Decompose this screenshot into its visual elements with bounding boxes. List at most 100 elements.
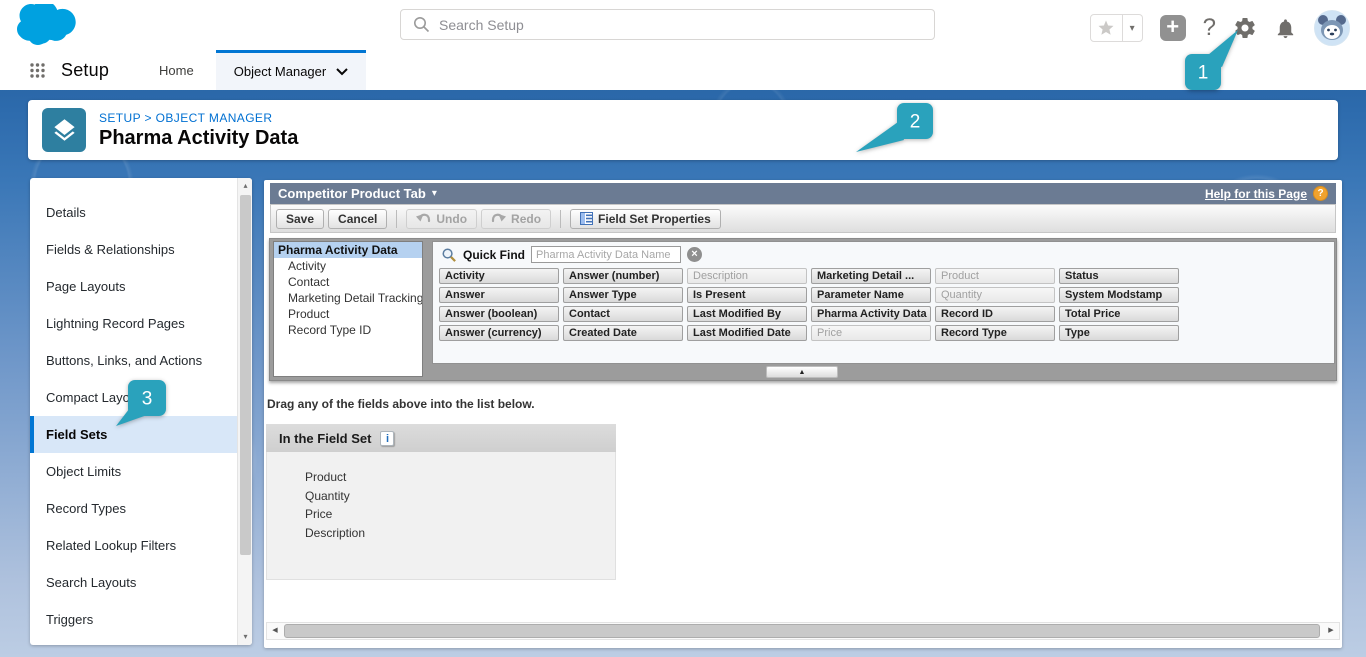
properties-icon: [580, 212, 593, 225]
palette-field[interactable]: Last Modified By: [687, 306, 807, 322]
sidebar-item-related-lookup-filters[interactable]: Related Lookup Filters: [30, 527, 252, 564]
global-search: [400, 9, 935, 40]
scrollbar-thumb[interactable]: [240, 195, 251, 555]
notifications-bell-icon[interactable]: [1274, 17, 1297, 40]
palette-field[interactable]: Answer (currency): [439, 325, 559, 341]
scroll-right-icon[interactable]: ▶: [1323, 623, 1339, 639]
sidebar-item-lightning-record-pages[interactable]: Lightning Record Pages: [30, 305, 252, 342]
palette-field[interactable]: Status: [1059, 268, 1179, 284]
palette-field[interactable]: Type: [1059, 325, 1179, 341]
svg-text:1: 1: [1198, 63, 1209, 84]
scroll-up-icon[interactable]: ▴: [238, 178, 252, 194]
object-tree-panel: Pharma Activity Data Activity Contact Ma…: [273, 241, 423, 377]
palette-field[interactable]: Answer: [439, 287, 559, 303]
field-set-item[interactable]: Description: [267, 524, 615, 543]
sidebar-item-details[interactable]: Details: [30, 194, 252, 231]
favorites-dropdown-button[interactable]: ▾: [1123, 14, 1143, 42]
palette-field[interactable]: Answer (boolean): [439, 306, 559, 322]
cancel-button[interactable]: Cancel: [328, 209, 387, 229]
scrollbar-thumb[interactable]: [284, 624, 1320, 638]
sidebar-item-triggers[interactable]: Triggers: [30, 601, 252, 638]
horizontal-scrollbar[interactable]: ◀ ▶: [266, 622, 1340, 640]
tree-item-contact[interactable]: Contact: [274, 274, 422, 290]
tree-item-marketing-detail-tracking[interactable]: Marketing Detail Tracking: [274, 290, 422, 306]
svg-text:2: 2: [910, 112, 921, 133]
palette-field[interactable]: Is Present: [687, 287, 807, 303]
palette-field[interactable]: Record Type: [935, 325, 1055, 341]
field-set-item[interactable]: Price: [267, 505, 615, 524]
favorites-star-button[interactable]: [1090, 14, 1123, 42]
app-title: Setup: [61, 60, 109, 81]
redo-button[interactable]: Redo: [481, 209, 551, 229]
tree-item-activity[interactable]: Activity: [274, 258, 422, 274]
field-set-item[interactable]: Product: [267, 452, 615, 487]
field-palette-region: Pharma Activity Data Activity Contact Ma…: [269, 238, 1337, 381]
sidebar-scrollbar[interactable]: ▴ ▾: [237, 178, 252, 645]
scroll-left-icon[interactable]: ◀: [267, 623, 283, 639]
palette-field[interactable]: Created Date: [563, 325, 683, 341]
info-icon[interactable]: i: [380, 431, 394, 446]
page: ▾ + ?: [0, 0, 1366, 657]
palette-field: Price: [811, 325, 931, 341]
annotation-3-callout: 3: [108, 376, 180, 430]
help-badge-icon[interactable]: ?: [1313, 186, 1328, 201]
undo-button[interactable]: Undo: [406, 209, 477, 229]
editor-toolbar: Save Cancel Undo Redo: [270, 204, 1336, 233]
chevron-down-icon: [336, 68, 348, 76]
field-set-properties-button[interactable]: Field Set Properties: [570, 209, 721, 229]
quick-find-label: Quick Find: [463, 248, 525, 262]
field-set-dropdown-icon[interactable]: ▾: [432, 188, 437, 199]
palette-field: Quantity: [935, 287, 1055, 303]
tab-home[interactable]: Home: [137, 50, 216, 90]
tree-root-pharma-activity-data[interactable]: Pharma Activity Data: [274, 242, 422, 258]
search-setup-input[interactable]: [439, 17, 934, 33]
palette-field[interactable]: Total Price: [1059, 306, 1179, 322]
palette-field[interactable]: Contact: [563, 306, 683, 322]
palette-field[interactable]: Answer Type: [563, 287, 683, 303]
palette-field[interactable]: Activity: [439, 268, 559, 284]
breadcrumb-card: SETUP > OBJECT MANAGER Pharma Activity D…: [28, 100, 1338, 160]
sidebar-item-fields-relationships[interactable]: Fields & Relationships: [30, 231, 252, 268]
quick-find-icon: [441, 247, 457, 263]
svg-text:3: 3: [142, 389, 153, 410]
palette-field[interactable]: Last Modified Date: [687, 325, 807, 341]
search-icon: [413, 16, 430, 33]
palette-field[interactable]: System Modstamp: [1059, 287, 1179, 303]
user-avatar[interactable]: [1314, 10, 1350, 46]
scroll-down-icon[interactable]: ▾: [238, 629, 252, 645]
tree-item-record-type-id[interactable]: Record Type ID: [274, 322, 422, 338]
field-set-editor: Competitor Product Tab ▾ Help for this P…: [264, 180, 1342, 648]
palette-field[interactable]: Parameter Name: [811, 287, 931, 303]
palette-field[interactable]: Pharma Activity Data: [811, 306, 931, 322]
sidebar-item-search-layouts[interactable]: Search Layouts: [30, 564, 252, 601]
undo-icon: [416, 213, 431, 225]
toolbar-divider: [396, 210, 397, 228]
app-launcher-icon[interactable]: [30, 63, 45, 78]
field-palette: Quick Find × Activity Answer (number) De…: [432, 241, 1335, 364]
palette-collapse-handle[interactable]: ▲: [766, 366, 838, 378]
palette-field[interactable]: Record ID: [935, 306, 1055, 322]
field-set-item[interactable]: Quantity: [267, 487, 615, 506]
sidebar-item-object-limits[interactable]: Object Limits: [30, 453, 252, 490]
field-set-name: Competitor Product Tab: [278, 186, 426, 201]
page-title: Pharma Activity Data: [99, 127, 298, 150]
annotation-1-callout: 1: [1180, 26, 1250, 92]
tab-object-manager[interactable]: Object Manager: [216, 50, 367, 90]
salesforce-logo: [16, 4, 78, 47]
palette-field[interactable]: Marketing Detail ...: [811, 268, 931, 284]
clear-search-icon[interactable]: ×: [687, 247, 702, 262]
breadcrumb[interactable]: SETUP > OBJECT MANAGER: [99, 111, 298, 125]
annotation-2-callout: 2: [848, 100, 940, 156]
field-set-list-header: In the Field Set i: [266, 424, 616, 452]
sidebar-item-buttons-links-actions[interactable]: Buttons, Links, and Actions: [30, 342, 252, 379]
field-set-drop-zone[interactable]: Product Quantity Price Description: [266, 452, 616, 580]
star-icon: [1097, 19, 1115, 37]
help-for-this-page-link[interactable]: Help for this Page: [1205, 187, 1307, 201]
quick-find-input[interactable]: [531, 246, 681, 263]
palette-field[interactable]: Answer (number): [563, 268, 683, 284]
sidebar-item-page-layouts[interactable]: Page Layouts: [30, 268, 252, 305]
drag-instructions: Drag any of the fields above into the li…: [267, 397, 535, 411]
tree-item-product[interactable]: Product: [274, 306, 422, 322]
sidebar-item-record-types[interactable]: Record Types: [30, 490, 252, 527]
save-button[interactable]: Save: [276, 209, 324, 229]
